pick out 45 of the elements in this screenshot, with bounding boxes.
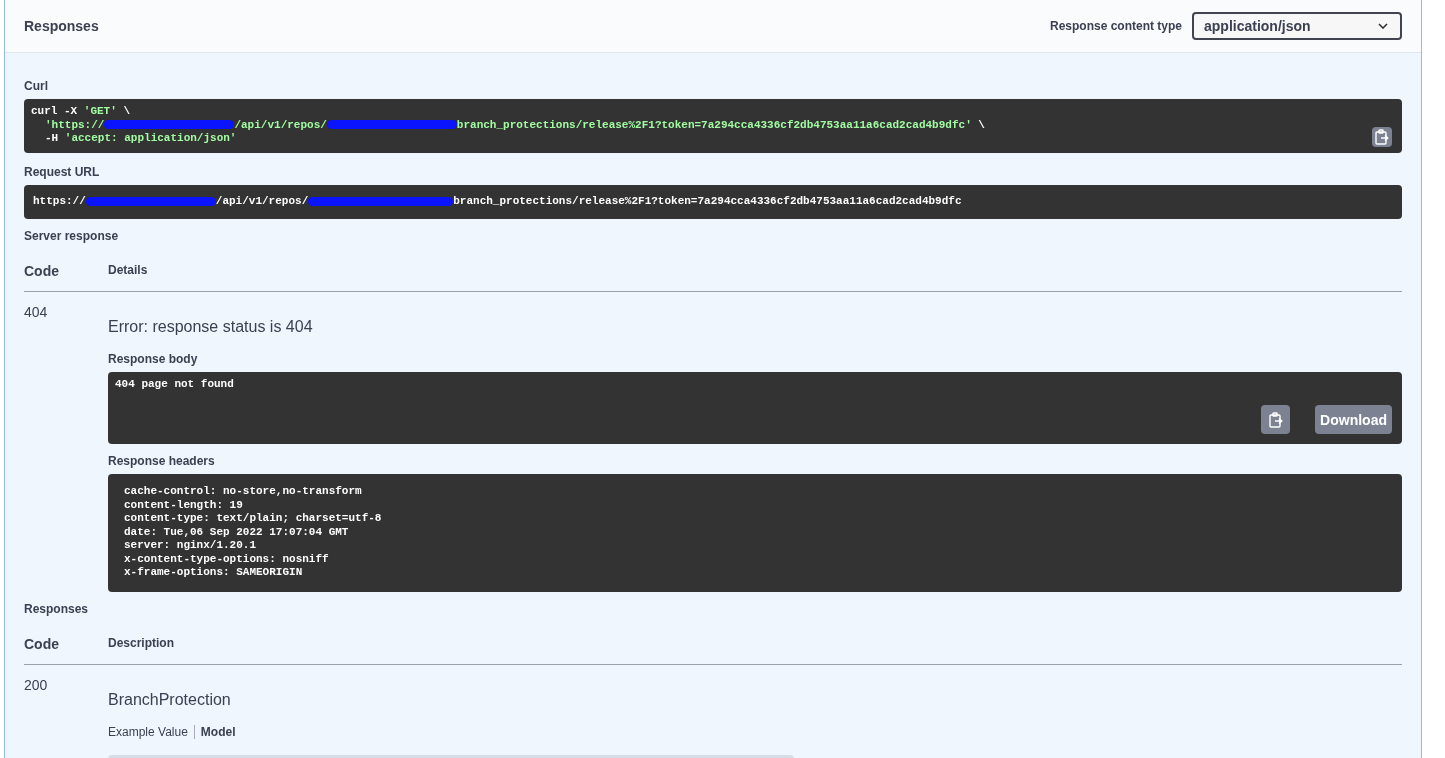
status-code: 404 [24, 304, 49, 322]
content-type-label: Response content type [1049, 19, 1182, 33]
code-string: 'GET' [83, 105, 117, 117]
download-button[interactable]: Download [1315, 405, 1392, 434]
code-string: /api/v1/repos/ [234, 118, 327, 131]
curl-label: Curl [24, 79, 49, 93]
code-text: curl -X [31, 105, 79, 117]
model-tab[interactable]: Model [194, 725, 242, 739]
responses-label: Responses [24, 602, 90, 616]
header-line: date: Tue,06 Sep 2022 17:07:04 GMT [124, 525, 350, 539]
response-body-label: Response body [108, 352, 199, 366]
copy-button[interactable] [1261, 405, 1290, 434]
response-headers-label: Response headers [108, 454, 216, 468]
code-text: 404 page not found [115, 378, 235, 392]
header-line: server: nginx/1.20.1 [124, 539, 258, 553]
header-line: cache-control: no-store,no-transform [124, 485, 363, 499]
header-line: x-content-type-options: nosniff [124, 552, 330, 566]
column-header: Description [108, 636, 174, 652]
column-header: Code [24, 263, 60, 279]
clipboard-icon [1268, 411, 1283, 428]
column-header: Details [108, 263, 148, 279]
column-header: Code [24, 636, 60, 652]
code-string: branch_protections/release%2F1?token=7a294cca4336cf2db4753aa11a6cad2cad4b9dfc' [456, 118, 972, 131]
header-line: x-frame-options: SAMEORIGIN [124, 566, 304, 580]
server-response-label: Server response [24, 229, 120, 243]
code-string: 'accept: application/json' [64, 132, 237, 144]
code-text: \ [122, 105, 131, 117]
error-message: Error: response status is 404 [108, 318, 314, 336]
code-text: branch_protections/release%2F1?token=7a294cca4336cf2db4753aa11a6cad2cad4b9dfc [453, 195, 962, 207]
code-text: -H [45, 132, 60, 144]
status-code: 200 [24, 677, 49, 695]
code-text: https:// [33, 195, 86, 207]
section-title: Responses [24, 18, 99, 34]
clipboard-icon [1375, 129, 1389, 145]
model-tab[interactable]: Example Value [108, 725, 195, 739]
code-text: /api/v1/repos/ [215, 195, 309, 207]
request-url-label: Request URL [24, 165, 101, 179]
copy-button[interactable] [1372, 127, 1392, 147]
header-line: content-length: 19 [124, 498, 244, 512]
code-text: \ [977, 118, 985, 131]
header-line: content-type: text/plain; charset=utf-8 [124, 512, 383, 526]
content-type-select[interactable]: application/json [1192, 12, 1402, 40]
response-description: BranchProtection [108, 691, 232, 709]
code-string: 'https:// [45, 118, 105, 131]
chevron-down-icon [1378, 23, 1388, 29]
